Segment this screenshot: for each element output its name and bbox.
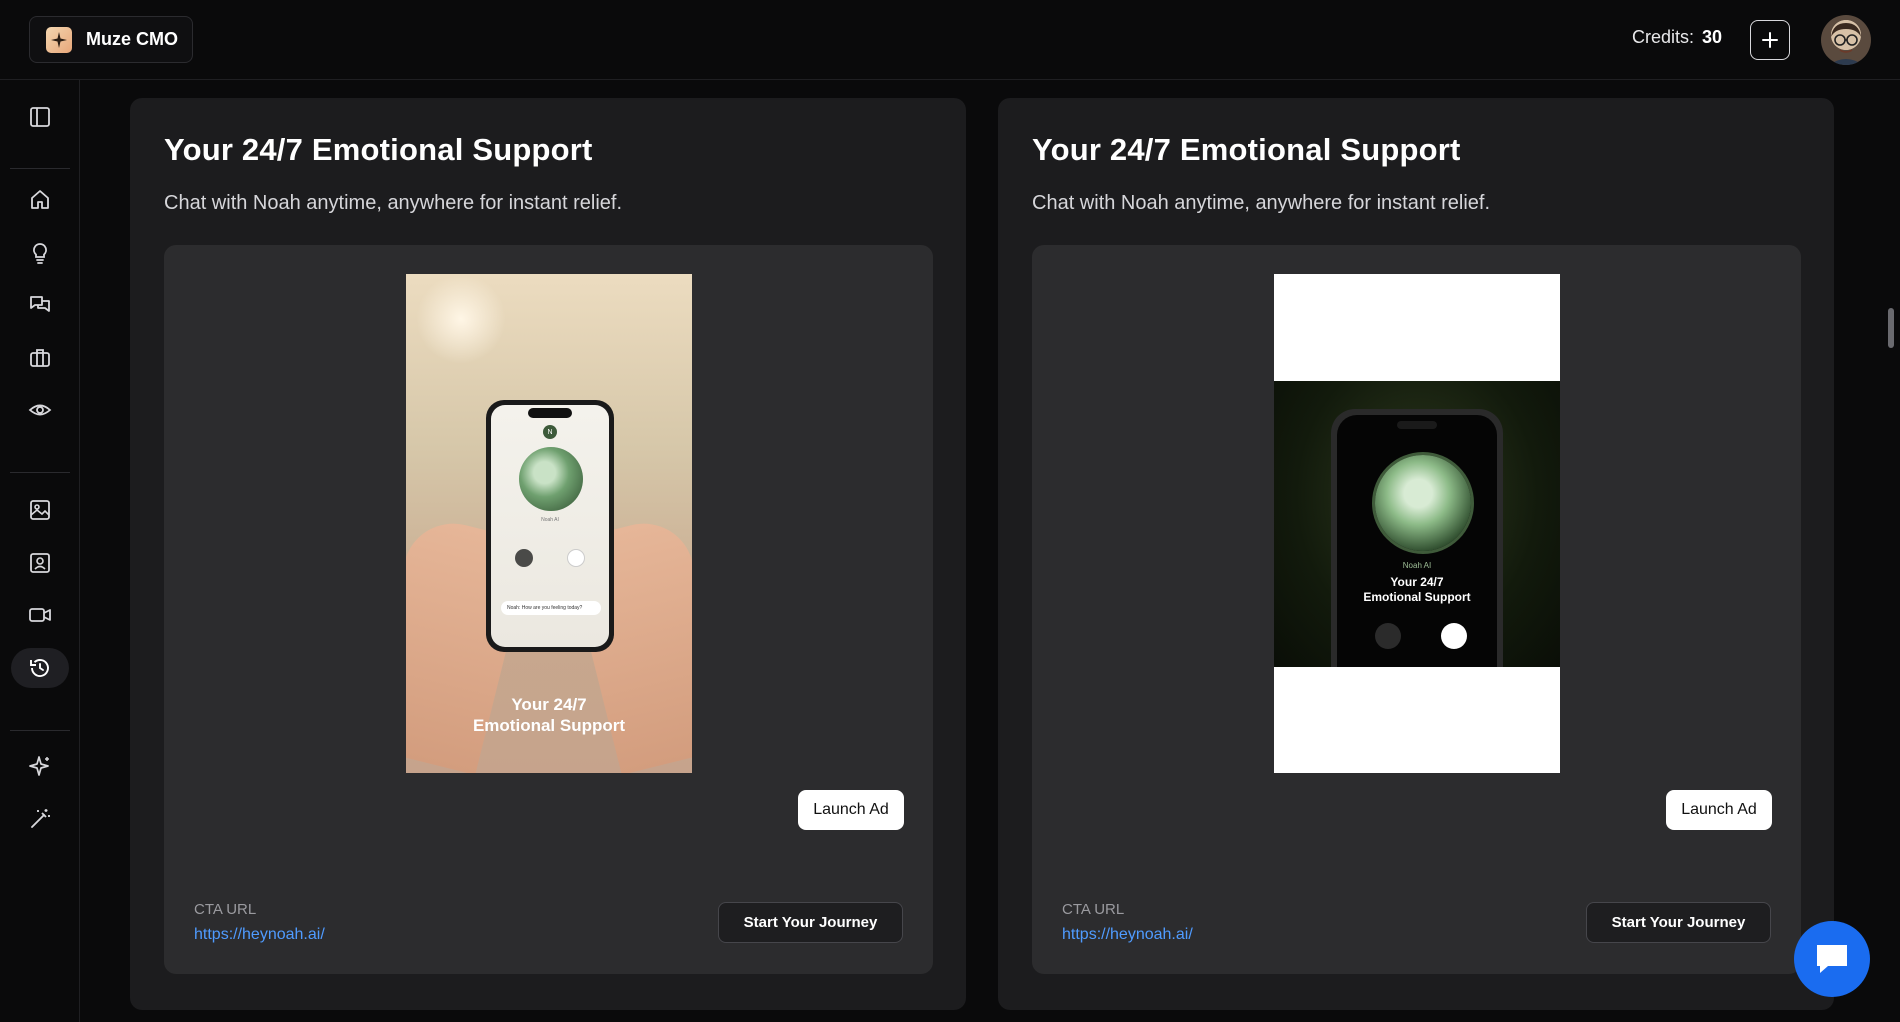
ad-card: Your 24/7 Emotional Support Chat with No… [998, 98, 1834, 1010]
plus-icon [1762, 32, 1778, 48]
credits-display: Credits: 30 [1632, 27, 1722, 48]
phone-notch [1397, 421, 1437, 429]
scrollbar-thumb[interactable] [1888, 308, 1894, 348]
ad-creative-image[interactable]: N Noah AI Noah: How are you feeling toda… [406, 274, 692, 773]
cta-url-link[interactable]: https://heynoah.ai/ [1062, 926, 1193, 944]
ad-caption: Your 24/7 Emotional Support [406, 694, 692, 736]
sidebar-item-contacts[interactable] [11, 543, 69, 583]
history-icon [30, 659, 49, 677]
sidebar-divider [10, 472, 70, 473]
sidebar [0, 80, 80, 1022]
cta-label: CTA URL [194, 901, 257, 918]
ad-subtitle: Chat with Noah anytime, anywhere for ins… [164, 192, 622, 214]
avatar-face-icon [1829, 23, 1863, 65]
ad-caption: Your 24/7 Emotional Support [1337, 575, 1497, 605]
add-credits-button[interactable] [1750, 20, 1790, 60]
launch-ad-button[interactable]: Launch Ad [798, 790, 904, 830]
ad-caption-line1: Your 24/7 [511, 695, 587, 714]
main-content: Your 24/7 Emotional Support Chat with No… [81, 80, 1900, 1022]
credits-label: Credits: [1632, 27, 1695, 47]
sidebar-item-chat[interactable] [11, 285, 69, 325]
cta-url-link[interactable]: https://heynoah.ai/ [194, 926, 325, 944]
magic-wand-icon [31, 809, 50, 828]
ad-caption-line2: Emotional Support [1363, 590, 1471, 604]
home-icon [31, 190, 49, 209]
sidebar-toggle-button[interactable] [11, 97, 69, 137]
voice-orb-icon [519, 447, 583, 511]
chat-bubble: Noah: How are you feeling today? [501, 601, 601, 615]
sidebar-item-home[interactable] [11, 180, 69, 220]
ad-creative-image[interactable]: Noah AI Your 24/7 Emotional Support [1274, 274, 1560, 773]
phone-mockup: N Noah AI Noah: How are you feeling toda… [486, 400, 614, 652]
sparkle-icon [29, 756, 49, 776]
brand-logo-icon [46, 26, 72, 53]
credits-value: 30 [1702, 27, 1723, 47]
sidebar-item-view[interactable] [11, 390, 69, 430]
sidebar-item-images[interactable] [11, 490, 69, 530]
cta-button[interactable]: Start Your Journey [1586, 902, 1771, 943]
sidebar-item-history[interactable] [11, 648, 69, 688]
sidebar-item-ai-sparkle[interactable] [11, 746, 69, 786]
avatar[interactable] [1821, 15, 1871, 65]
brand-switcher[interactable]: Muze CMO [29, 16, 193, 63]
ad-card: Your 24/7 Emotional Support Chat with No… [130, 98, 966, 1010]
sidebar-item-video[interactable] [11, 595, 69, 635]
light-glow [416, 274, 506, 364]
ad-caption-line1: Your 24/7 [1390, 575, 1444, 589]
sidebar-item-ideas[interactable] [11, 233, 69, 273]
dark-background: Noah AI Your 24/7 Emotional Support [1274, 381, 1560, 667]
image-icon [30, 500, 50, 520]
cta-label: CTA URL [1062, 901, 1125, 918]
sidebar-divider [10, 168, 70, 169]
speaker-icon [1441, 623, 1467, 649]
video-camera-icon [29, 608, 51, 622]
ad-preview-panel: N Noah AI Noah: How are you feeling toda… [164, 245, 933, 974]
brand-name: Muze CMO [86, 29, 178, 49]
mute-icon [515, 549, 533, 567]
contact-icon [30, 553, 50, 573]
phone-screen: N Noah AI Noah: How are you feeling toda… [491, 405, 609, 647]
app-logo-icon: N [543, 425, 557, 439]
phone-screen: Noah AI Your 24/7 Emotional Support [1337, 415, 1497, 667]
ad-preview-panel: Noah AI Your 24/7 Emotional Support Laun… [1032, 245, 1801, 974]
phone-notch [528, 408, 572, 418]
ad-title: Your 24/7 Emotional Support [1032, 132, 1461, 167]
sidebar-divider [10, 730, 70, 731]
cta-button[interactable]: Start Your Journey [718, 902, 903, 943]
briefcase-icon [30, 349, 50, 367]
app-name: Noah AI [541, 517, 559, 523]
ad-title: Your 24/7 Emotional Support [164, 132, 593, 167]
voice-orb-icon [1375, 455, 1471, 551]
sidebar-panel-icon [30, 107, 50, 127]
chat-bubbles-icon [30, 296, 50, 312]
speaker-icon [567, 549, 585, 567]
chat-icon [1817, 945, 1847, 973]
lightbulb-icon [33, 243, 47, 264]
top-bar: Muze CMO Credits: 30 [0, 0, 1900, 80]
eye-icon [28, 404, 52, 416]
app-name: Noah AI [1402, 561, 1432, 570]
sidebar-item-briefcase[interactable] [11, 338, 69, 378]
mute-icon [1375, 623, 1401, 649]
sidebar-item-magic[interactable] [11, 799, 69, 839]
launch-ad-button[interactable]: Launch Ad [1666, 790, 1772, 830]
support-chat-button[interactable] [1794, 921, 1870, 997]
ad-caption-line2: Emotional Support [472, 716, 626, 735]
phone-mockup: Noah AI Your 24/7 Emotional Support [1331, 409, 1503, 667]
ad-subtitle: Chat with Noah anytime, anywhere for ins… [1032, 192, 1490, 214]
